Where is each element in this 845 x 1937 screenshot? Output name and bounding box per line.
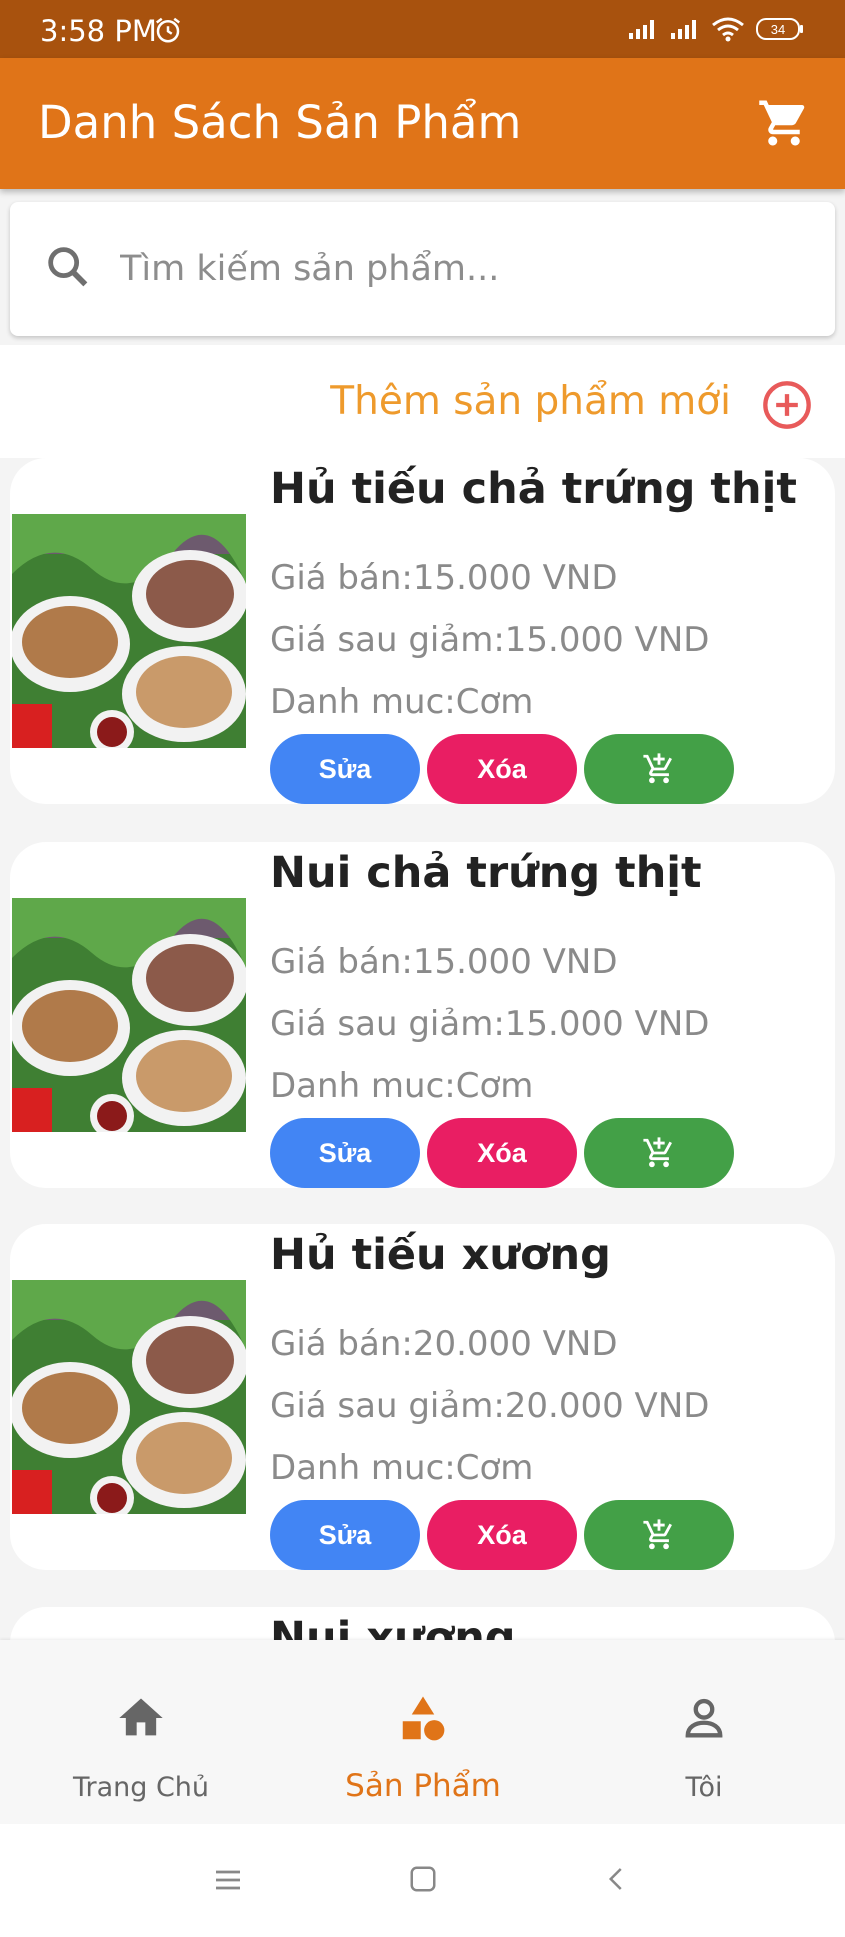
nav-label: Trang Chủ (72, 1772, 210, 1803)
add-cart-icon (643, 1519, 672, 1550)
nav-label: Tôi (685, 1772, 723, 1803)
search-input[interactable] (120, 236, 800, 302)
add-cart-icon (643, 1137, 672, 1168)
product-category: Danh muc:Cơm (270, 682, 534, 722)
status-bar: 3:58 PM 34 (0, 0, 845, 58)
delete-button[interactable]: Xóa (427, 734, 577, 804)
product-card: Nui chả trứng thịt Giá bán:15.000 VND Gi… (10, 842, 835, 1188)
product-price: Giá bán:15.000 VND (270, 558, 618, 598)
cart-icon[interactable] (757, 96, 811, 155)
add-to-cart-button[interactable] (584, 1500, 734, 1570)
product-name: Hủ tiếu chả trứng thịt (270, 464, 797, 514)
nav-item-profile[interactable]: Tôi (563, 1640, 845, 1824)
product-price: Giá bán:20.000 VND (270, 1324, 618, 1364)
product-sale-price: Giá sau giảm:20.000 VND (270, 1386, 710, 1426)
signal-icon (627, 17, 659, 46)
search-icon (42, 241, 94, 298)
product-category: Danh muc:Cơm (270, 1448, 534, 1488)
product-image (12, 514, 246, 748)
bottom-nav: Trang Chủ Sản Phẩm Tôi (0, 1640, 845, 1824)
product-price: Giá bán:15.000 VND (270, 942, 618, 982)
shapes-icon (396, 1692, 450, 1751)
signal-icon-2 (669, 17, 701, 46)
back-icon[interactable] (602, 1864, 632, 1899)
search-card (10, 202, 835, 336)
add-product-row[interactable]: Thêm sản phẩm mới (0, 345, 845, 458)
svg-text:34: 34 (771, 22, 785, 37)
product-name: Hủ tiếu xương (270, 1230, 611, 1280)
nav-label: Sản Phẩm (345, 1768, 501, 1804)
add-circle-icon[interactable] (761, 379, 813, 436)
edit-button[interactable]: Sửa (270, 1500, 420, 1570)
delete-button[interactable]: Xóa (427, 1118, 577, 1188)
page-title: Danh Sách Sản Phẩm (38, 96, 522, 149)
delete-button[interactable]: Xóa (427, 1500, 577, 1570)
nav-item-products[interactable]: Sản Phẩm (282, 1640, 564, 1824)
add-cart-icon (643, 753, 672, 784)
menu-icon[interactable] (212, 1864, 244, 1901)
add-to-cart-button[interactable] (584, 734, 734, 804)
status-time: 3:58 PM (40, 14, 157, 48)
nav-item-home[interactable]: Trang Chủ (0, 1640, 282, 1824)
system-nav-bar (0, 1824, 845, 1937)
home-icon (115, 1692, 167, 1749)
app-bar: Danh Sách Sản Phẩm (0, 58, 845, 189)
edit-button[interactable]: Sửa (270, 734, 420, 804)
product-image (12, 898, 246, 1132)
wifi-icon (711, 16, 745, 47)
product-sale-price: Giá sau giảm:15.000 VND (270, 620, 710, 660)
add-to-cart-button[interactable] (584, 1118, 734, 1188)
product-category: Danh muc:Cơm (270, 1066, 534, 1106)
product-image (12, 1280, 246, 1514)
product-name: Nui chả trứng thịt (270, 848, 702, 898)
battery-icon: 34 (755, 16, 805, 47)
alarm-icon (153, 15, 183, 50)
product-card: Hủ tiếu chả trứng thịt Giá bán:15.000 VN… (10, 458, 835, 804)
person-icon (678, 1692, 730, 1749)
home-square-icon[interactable] (408, 1864, 438, 1899)
add-product-label[interactable]: Thêm sản phẩm mới (330, 379, 731, 424)
edit-button[interactable]: Sửa (270, 1118, 420, 1188)
product-sale-price: Giá sau giảm:15.000 VND (270, 1004, 710, 1044)
status-icons: 34 (627, 16, 805, 47)
product-card: Hủ tiếu xương Giá bán:20.000 VND Giá sau… (10, 1224, 835, 1570)
